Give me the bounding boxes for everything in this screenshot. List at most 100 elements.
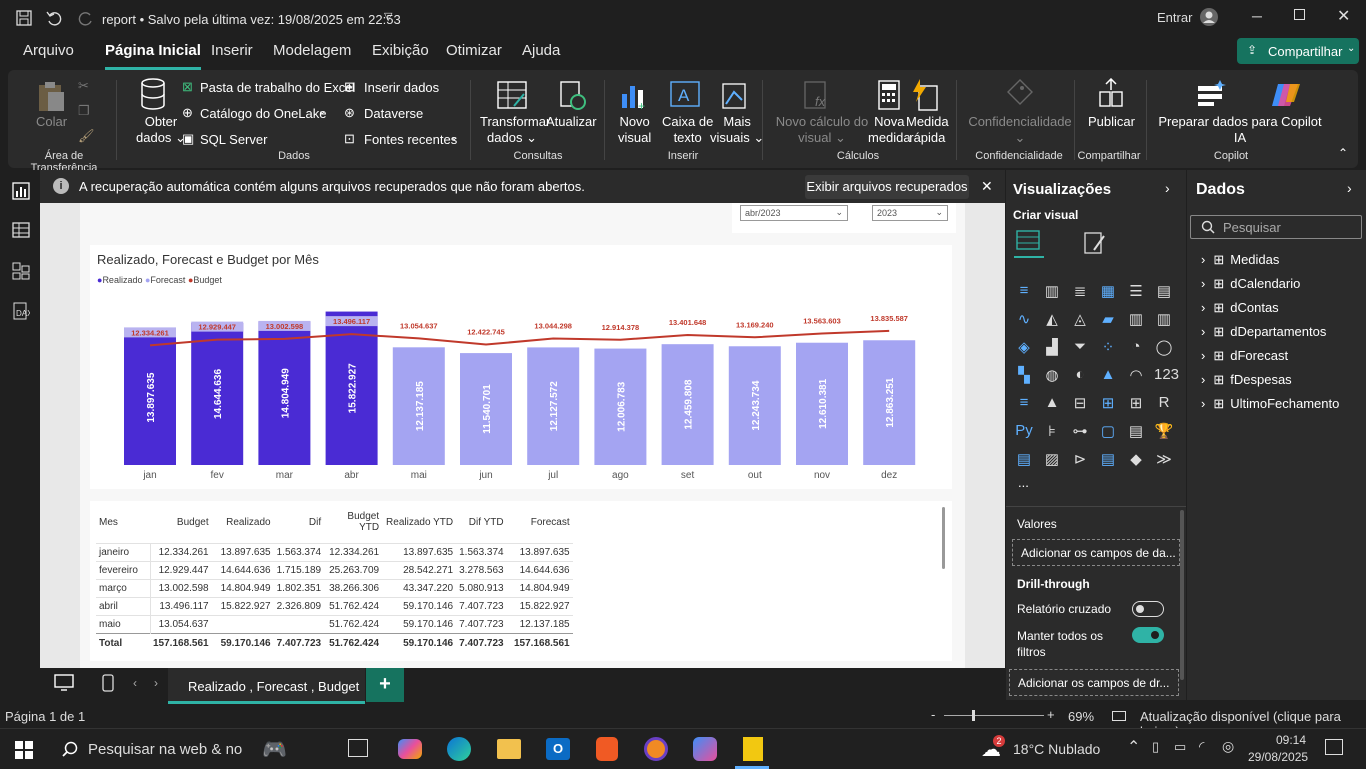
smart-narrative-visual-icon[interactable]: ▤ <box>1098 450 1118 468</box>
close-icon[interactable]: ✕ <box>981 178 993 195</box>
ribbon-visual-icon[interactable]: ◈ <box>1014 338 1034 356</box>
avatar-icon[interactable] <box>1199 7 1219 27</box>
donut-visual-icon[interactable]: ◯ <box>1154 338 1174 356</box>
recent-sources-button[interactable]: Fontes recentes <box>364 132 457 147</box>
power-bi-app-icon[interactable] <box>743 737 763 761</box>
line-visual-icon[interactable]: ∿ <box>1014 310 1034 328</box>
chevron-right-icon[interactable]: › <box>154 676 158 690</box>
excel-workbook-button[interactable]: Pasta de trabalho do Excel <box>200 80 355 95</box>
100-bar-visual-icon[interactable]: ☰ <box>1126 282 1146 300</box>
table-row[interactable]: fevereiro 12.929.447 14.644.636 1.715.189 25… <box>96 561 573 580</box>
volume-icon[interactable]: ◎ <box>1222 738 1234 755</box>
filled-map-visual-icon[interactable]: ◐ <box>1070 366 1090 384</box>
more-visuals-button[interactable]: Mais visuais ⌄ <box>710 114 764 146</box>
page-tab-realizado-forecast-budget[interactable]: Realizado , Forecast , Budget <box>168 668 365 704</box>
field-table-item[interactable]: › ⊞ dContas <box>1201 300 1279 316</box>
device-icon[interactable]: ▯ <box>1152 739 1159 755</box>
table-row[interactable]: abril 13.496.117 15.822.927 2.326.809 51.762… <box>96 597 573 616</box>
clock-time[interactable]: 09:14 <box>1252 733 1306 747</box>
taskbar-search[interactable]: Pesquisar na web & no 🎮 <box>48 729 334 769</box>
key-influencers-visual-icon[interactable]: ⊧ <box>1042 422 1062 440</box>
weather-text[interactable]: 18°C Nublado <box>1013 741 1100 757</box>
decomposition-tree-visual-icon[interactable]: ⊶ <box>1070 422 1090 440</box>
tab-ajuda[interactable]: Ajuda <box>522 42 560 59</box>
100-area-visual-icon[interactable]: ▰ <box>1098 310 1118 328</box>
new-visual-calculation-button[interactable]: Novo cálculo do visual ⌄ <box>770 114 874 146</box>
maximize-icon[interactable] <box>1294 9 1305 20</box>
share-button[interactable]: ⇪ Compartilhar ⌄ <box>1237 38 1359 64</box>
format-visual-icon[interactable] <box>1082 230 1108 256</box>
paste-button[interactable]: Colar <box>36 114 67 130</box>
notifications-icon[interactable] <box>1325 739 1343 755</box>
copy-icon[interactable]: ❐ <box>78 103 90 119</box>
narrative-visual-icon[interactable]: ▤ <box>1126 422 1146 440</box>
field-table-item[interactable]: › ⊞ Medidas <box>1201 252 1279 268</box>
field-table-item[interactable]: › ⊞ fDespesas <box>1201 372 1292 388</box>
text-box-button[interactable]: Caixa de texto <box>662 114 713 146</box>
file-explorer-icon[interactable] <box>497 739 521 759</box>
publish-button[interactable]: Publicar <box>1088 114 1135 130</box>
column-header[interactable]: Dif YTD <box>456 507 507 544</box>
prep-data-copilot-button[interactable]: Preparar dados para Copilot IA <box>1156 114 1324 146</box>
clustered-column-visual-icon[interactable]: ▦ <box>1098 282 1118 300</box>
windows-start-icon[interactable] <box>15 741 33 759</box>
waterfall-visual-icon[interactable]: ▟ <box>1042 338 1062 356</box>
field-table-item[interactable]: › ⊞ dCalendario <box>1201 276 1300 292</box>
table-row[interactable]: maio 13.054.637 51.762.424 59.170.146 7.407.… <box>96 615 573 634</box>
table-scrollbar[interactable] <box>942 507 945 569</box>
tab-pagina-inicial[interactable]: Página Inicial <box>105 42 201 70</box>
fit-to-page-icon[interactable] <box>1112 711 1126 721</box>
line-clustered-visual-icon[interactable]: ▥ <box>1154 310 1174 328</box>
column-header[interactable]: Budget YTD <box>324 507 382 544</box>
pane-scrollbar[interactable] <box>1180 510 1184 680</box>
stacked-area-visual-icon[interactable]: ◬ <box>1070 310 1090 328</box>
report-view-icon[interactable] <box>12 182 30 200</box>
zoom-out-icon[interactable]: - <box>931 707 935 722</box>
tab-inserir[interactable]: Inserir <box>211 42 253 59</box>
data-search-input[interactable]: Pesquisar <box>1190 215 1362 239</box>
fabric-visual-icon[interactable]: ◆ <box>1126 450 1146 468</box>
refresh-button[interactable]: Atualizar <box>546 114 597 130</box>
map-visual-icon[interactable]: ◍ <box>1042 366 1062 384</box>
chevron-left-icon[interactable]: ‹ <box>133 676 137 690</box>
scatter-visual-icon[interactable]: ⁘ <box>1098 338 1118 356</box>
matrix-visual-icon[interactable]: ⊞ <box>1126 394 1146 412</box>
redo-icon[interactable] <box>78 10 94 26</box>
mobile-layout-icon[interactable] <box>102 674 114 692</box>
matrix-card[interactable]: Mes Budget Realizado Dif Budget YTD Realizado… <box>90 501 952 661</box>
power-apps-visual-icon[interactable]: ▨ <box>1042 450 1062 468</box>
cross-report-toggle[interactable] <box>1132 601 1164 617</box>
arcgis-visual-icon[interactable]: ≫ <box>1154 450 1174 468</box>
vpn-app-icon[interactable] <box>644 737 668 761</box>
insert-data-button[interactable]: Inserir dados <box>364 80 439 95</box>
add-page-button[interactable]: + <box>366 668 404 702</box>
minimize-icon[interactable]: ─ <box>1252 8 1262 24</box>
pie-visual-icon[interactable]: ◔ <box>1126 338 1146 356</box>
sign-in-link[interactable]: Entrar <box>1157 10 1192 25</box>
format-painter-icon[interactable]: 🖌 <box>78 128 95 144</box>
sensitivity-button[interactable]: Confidencialidade ⌄ <box>966 114 1074 146</box>
add-values-field-well[interactable]: Adicionar os campos de da... <box>1012 539 1180 566</box>
slicer-visual-icon[interactable]: ⊟ <box>1070 394 1090 412</box>
sql-server-button[interactable]: SQL Server <box>200 132 267 147</box>
line-column-visual-icon[interactable]: ▥ <box>1126 310 1146 328</box>
collapse-ribbon-icon[interactable]: ⌃ <box>1338 146 1348 160</box>
show-recovered-files-button[interactable]: Exibir arquivos recuperados <box>805 175 969 199</box>
table-view-icon[interactable] <box>12 222 30 238</box>
treemap-visual-icon[interactable]: ▚ <box>1014 366 1034 384</box>
copilot-app-icon[interactable] <box>398 739 422 759</box>
paginated-report-visual-icon[interactable]: ▤ <box>1014 450 1034 468</box>
column-header[interactable]: Forecast <box>507 507 573 544</box>
get-data-button[interactable]: Obter dados ⌄ <box>136 114 186 146</box>
field-table-item[interactable]: › ⊞ UltimoFechamento <box>1201 396 1339 412</box>
power-automate-visual-icon[interactable]: ⊳ <box>1070 450 1090 468</box>
tab-modelagem[interactable]: Modelagem <box>273 42 351 59</box>
brave-browser-icon[interactable] <box>596 737 618 761</box>
transform-data-button[interactable]: Transformar dados ⌄ <box>480 114 550 146</box>
clustered-bar-visual-icon[interactable]: ≣ <box>1070 282 1090 300</box>
tab-exibicao[interactable]: Exibição <box>372 42 429 59</box>
undo-icon[interactable] <box>46 10 62 26</box>
stacked-column-visual-icon[interactable]: ▥ <box>1042 282 1062 300</box>
chevron-up-icon[interactable]: ⌃ <box>1127 737 1140 757</box>
table-row[interactable]: janeiro 12.334.261 13.897.635 1.563.374 12.3… <box>96 543 573 562</box>
